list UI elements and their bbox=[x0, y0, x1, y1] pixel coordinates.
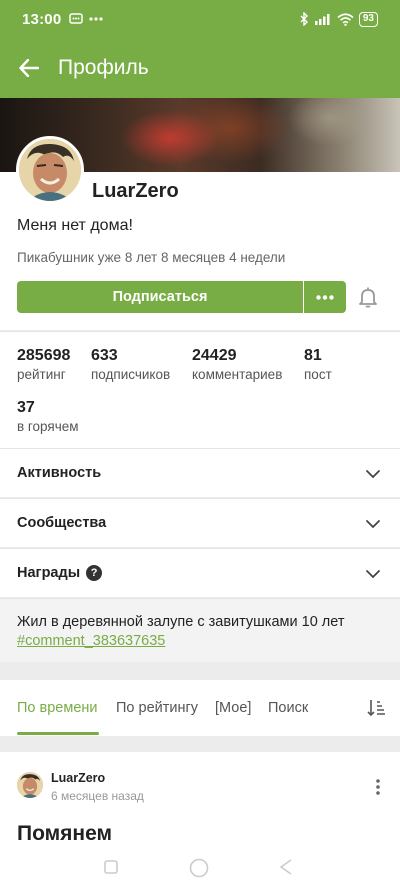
stat-comments[interactable]: 24429 комментариев bbox=[192, 347, 282, 382]
note-text: Жил в деревянной залупе с завитушками 10… bbox=[17, 614, 345, 630]
post-title[interactable]: Помянем bbox=[17, 822, 112, 846]
message-icon bbox=[69, 13, 84, 24]
bell-icon bbox=[359, 287, 377, 308]
signal-icon bbox=[314, 14, 330, 25]
section-label: Сообщества bbox=[17, 515, 107, 531]
system-navigation-bar bbox=[0, 852, 400, 889]
bluetooth-icon bbox=[300, 12, 308, 26]
battery-indicator: 93 bbox=[358, 11, 378, 27]
status-bar: 13:00 93 bbox=[0, 0, 400, 38]
arrow-left-icon bbox=[19, 59, 39, 77]
profile-note: Жил в деревянной залупе с завитушками 10… bbox=[0, 598, 400, 662]
avatar[interactable] bbox=[16, 136, 84, 204]
chevron-down-icon bbox=[366, 570, 380, 579]
more-vertical-icon[interactable] bbox=[372, 778, 384, 796]
chevron-down-icon bbox=[366, 470, 380, 479]
stat-label: подписчиков bbox=[91, 367, 171, 382]
tab-by-rating[interactable]: По рейтингу bbox=[116, 700, 198, 716]
back-nav-icon[interactable] bbox=[278, 858, 294, 876]
profile-status-message: Меня нет дома! bbox=[17, 217, 133, 234]
section-label: Активность bbox=[17, 465, 102, 481]
stat-label: пост bbox=[304, 367, 332, 382]
stat-label: рейтинг bbox=[17, 367, 66, 382]
section-label: Награды bbox=[17, 565, 81, 581]
back-button[interactable] bbox=[0, 38, 58, 98]
app-bar: Профиль bbox=[0, 38, 400, 98]
section-communities[interactable]: Сообщества bbox=[0, 498, 400, 547]
profile-username: LuarZero bbox=[92, 180, 179, 202]
profile-stats: 285698 рейтинг 633 подписчиков 24429 ком… bbox=[0, 331, 400, 448]
stat-value: 285698 bbox=[17, 347, 71, 364]
stat-value: 633 bbox=[91, 347, 118, 364]
stat-posts[interactable]: 81 пост bbox=[304, 347, 332, 382]
active-tab-indicator bbox=[17, 732, 99, 735]
page-title: Профиль bbox=[58, 56, 149, 79]
more-horizontal-icon bbox=[316, 294, 334, 300]
section-activity[interactable]: Активность bbox=[0, 448, 400, 497]
post-time: 6 месяцев назад bbox=[51, 789, 144, 803]
chevron-down-icon bbox=[366, 520, 380, 529]
tab-by-time[interactable]: По времени bbox=[17, 700, 98, 716]
stat-subscribers[interactable]: 633 подписчиков bbox=[91, 347, 170, 382]
section-awards[interactable]: Награды ? bbox=[0, 548, 400, 597]
post-author-avatar[interactable] bbox=[17, 772, 43, 798]
stat-label: в горячем bbox=[17, 419, 79, 434]
stat-rating: 285698 рейтинг bbox=[17, 347, 70, 382]
help-icon[interactable]: ? bbox=[86, 565, 103, 581]
stat-value: 24429 bbox=[192, 347, 237, 364]
subscribe-button[interactable]: Подписаться bbox=[17, 281, 303, 313]
sort-tabs: По времени По рейтингу [Мое] Поиск bbox=[0, 680, 400, 736]
stat-hot[interactable]: 37 в горячем bbox=[17, 399, 79, 434]
more-options-button[interactable] bbox=[304, 281, 346, 313]
wifi-icon bbox=[337, 12, 354, 26]
post-author-name[interactable]: LuarZero bbox=[51, 771, 105, 785]
tab-mine[interactable]: [Мое] bbox=[215, 700, 251, 716]
home-icon[interactable] bbox=[188, 857, 210, 879]
more-notifications-icon bbox=[89, 17, 103, 21]
stat-value: 81 bbox=[304, 347, 322, 364]
tab-search[interactable]: Поиск bbox=[268, 700, 308, 716]
sort-order-icon[interactable] bbox=[366, 698, 386, 718]
stat-value: 37 bbox=[17, 399, 35, 416]
status-time: 13:00 bbox=[22, 10, 62, 28]
profile-tenure: Пикабушник уже 8 лет 8 месяцев 4 недели bbox=[17, 250, 286, 265]
recent-apps-icon[interactable] bbox=[102, 858, 120, 876]
note-comment-link[interactable]: #comment_383637635 bbox=[17, 633, 165, 649]
stat-label: комментариев bbox=[192, 367, 283, 382]
notification-bell-button[interactable] bbox=[357, 286, 379, 308]
